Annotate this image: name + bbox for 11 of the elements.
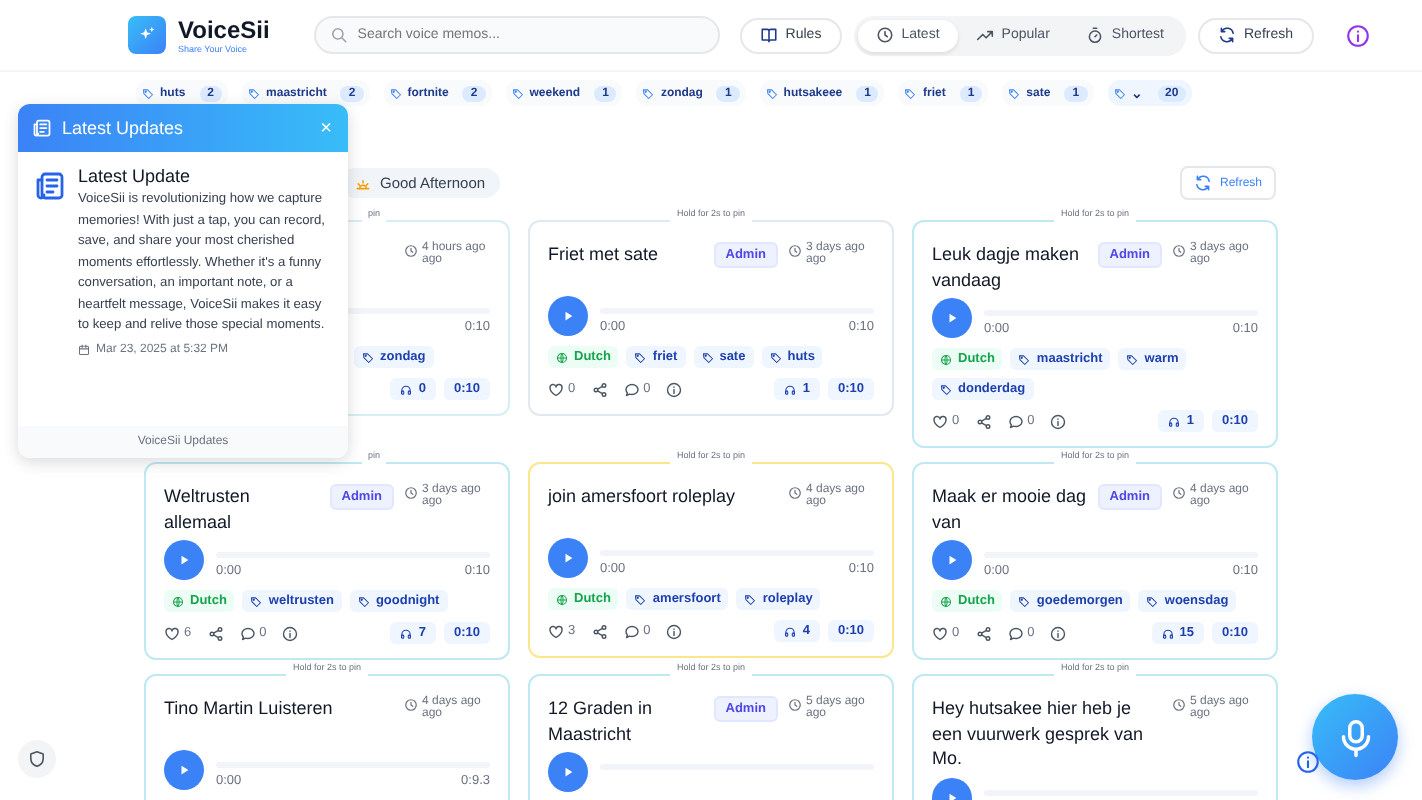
memo-title: Hey hutsakee hier heb je een vuurwerk gesprek van Mo. [932,696,1146,771]
update-heading: Latest Update [78,166,193,186]
memo-title: Leuk dagje maken vandaag [932,242,1082,292]
memo-title: Maak er mooie dag van [932,484,1088,534]
memo-title: Tino Martin Luisteren [164,696,335,721]
memo-title: 12 Graden in Maastricht [548,696,655,746]
memo-title: Friet met sate [548,242,661,267]
panel-title: Latest Updates [62,118,186,138]
memo-title: join amersfoort roleplay [548,484,738,509]
app-name: VoiceSii [178,16,270,44]
memo-title: Weltrusten allemaal [164,484,252,534]
